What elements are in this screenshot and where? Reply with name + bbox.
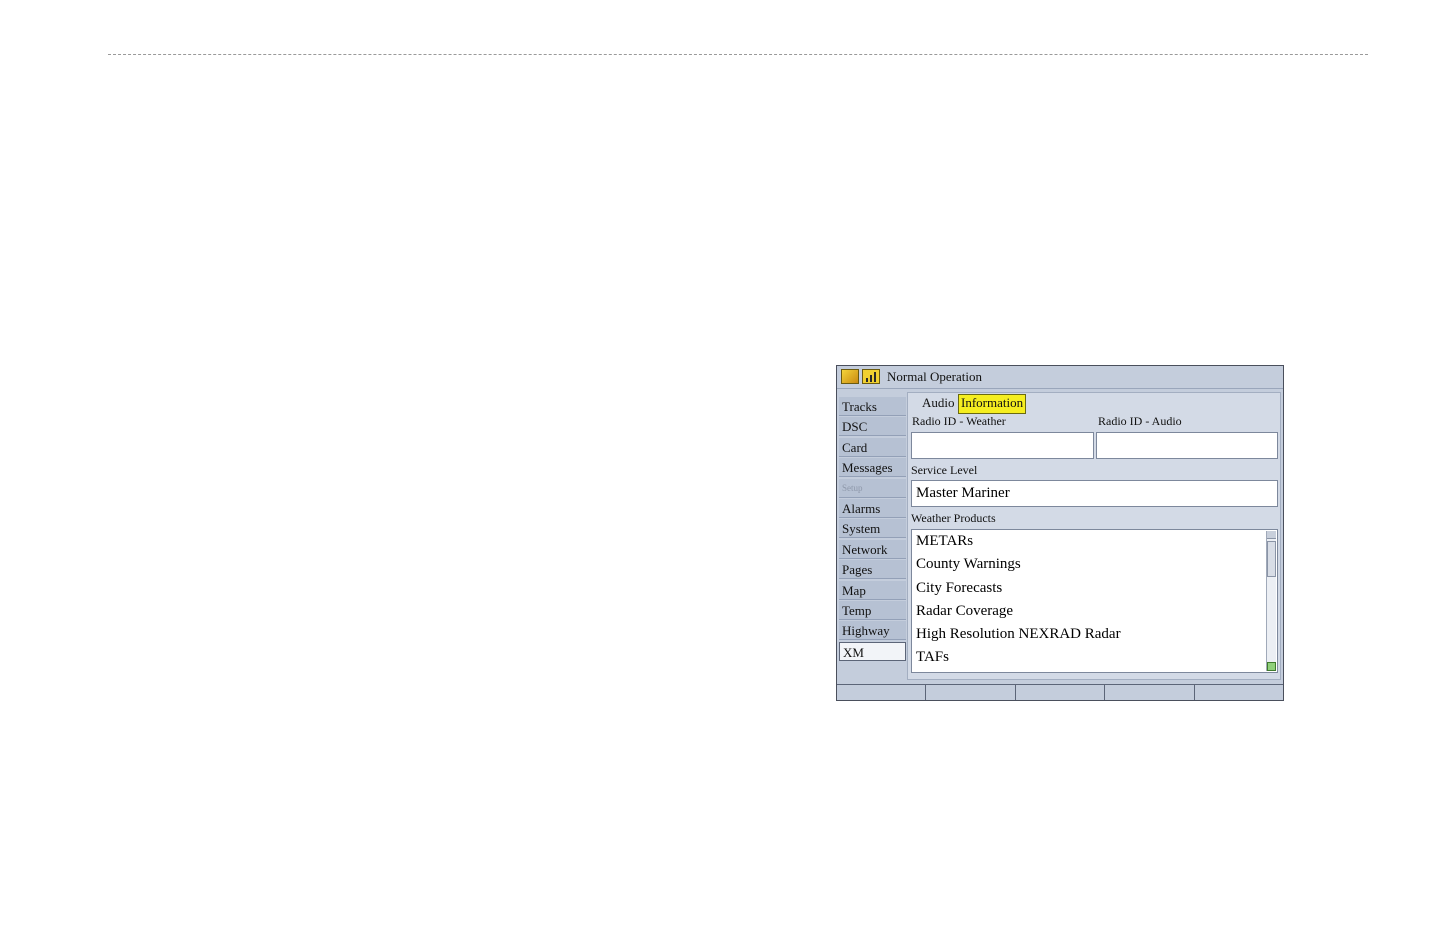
softkey-bar — [837, 684, 1283, 700]
scroll-up-arrow-icon[interactable] — [1267, 531, 1276, 539]
sidebar-item-dsc[interactable]: DSC — [839, 417, 906, 437]
signal-strength-icon — [862, 369, 880, 384]
sidebar: Tracks DSC Card Messages Setup Alarms Sy… — [839, 397, 906, 662]
service-level-field[interactable]: Master Mariner — [911, 480, 1278, 507]
sidebar-item-tracks[interactable]: Tracks — [839, 397, 906, 416]
list-item[interactable]: Radar Coverage — [912, 600, 1277, 623]
tab-information[interactable]: Information — [958, 394, 1027, 414]
list-item[interactable]: High Resolution NEXRAD Radar — [912, 623, 1277, 646]
weather-products-list[interactable]: METARs County Warnings City Forecasts Ra… — [911, 529, 1278, 673]
softkey-2[interactable] — [926, 684, 1016, 700]
radio-id-audio-label: Radio ID - Audio — [1098, 414, 1182, 428]
list-item[interactable]: METARs — [912, 530, 1277, 553]
sidebar-item-highway[interactable]: Highway — [839, 621, 906, 641]
sidebar-item-card[interactable]: Card — [839, 437, 906, 457]
xm-information-panel: Audio Information Radio ID - Weather Rad… — [907, 392, 1281, 680]
list-scrollbar[interactable] — [1266, 531, 1276, 671]
status-title: Normal Operation — [887, 369, 982, 384]
softkey-5[interactable] — [1194, 684, 1283, 700]
list-item[interactable]: County Warnings — [912, 553, 1277, 576]
tab-audio[interactable]: Audio — [920, 394, 957, 412]
sidebar-item-temp[interactable]: Temp — [839, 600, 906, 620]
list-item[interactable]: City Forecasts — [912, 577, 1277, 600]
softkey-3[interactable] — [1015, 684, 1106, 700]
sidebar-item-alarms[interactable]: Alarms — [839, 498, 906, 518]
sidebar-item-xm[interactable]: XM — [839, 641, 906, 661]
sidebar-item-messages[interactable]: Messages — [839, 458, 906, 478]
scroll-thumb[interactable] — [1267, 541, 1276, 577]
sidebar-item-system[interactable]: System — [839, 519, 906, 539]
radio-id-weather-field[interactable] — [911, 432, 1094, 459]
sidebar-item-network[interactable]: Network — [839, 539, 906, 559]
service-level-label: Service Level — [911, 463, 978, 477]
page-header-rule — [108, 54, 1368, 55]
softkey-1[interactable] — [837, 684, 927, 700]
softkey-4[interactable] — [1105, 684, 1195, 700]
scroll-down-arrow-icon[interactable] — [1267, 662, 1276, 671]
status-bar: Normal Operation — [837, 366, 1283, 389]
sidebar-item-setup[interactable]: Setup — [839, 478, 906, 498]
xm-signal-icon — [841, 369, 859, 384]
sidebar-item-pages[interactable]: Pages — [839, 560, 906, 580]
weather-products-label: Weather Products — [911, 511, 996, 525]
radio-id-audio-field[interactable] — [1096, 432, 1278, 459]
radio-id-weather-label: Radio ID - Weather — [912, 414, 1006, 428]
list-item[interactable]: TAFs — [912, 646, 1277, 669]
sidebar-item-map[interactable]: Map — [839, 580, 906, 600]
device-screen: Normal Operation Tracks DSC Card Message… — [836, 365, 1284, 701]
